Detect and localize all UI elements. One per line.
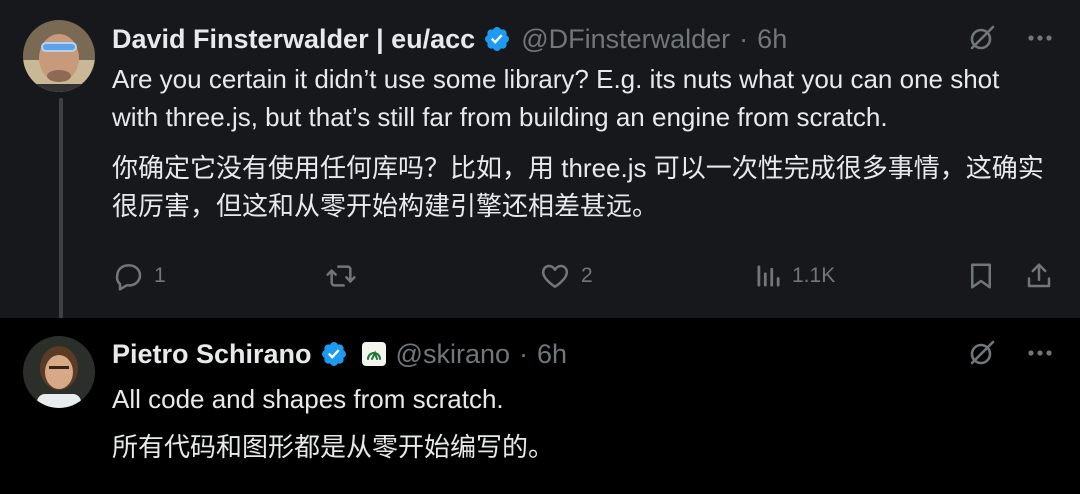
timestamp[interactable]: 6h xyxy=(537,339,567,370)
author-name[interactable]: Pietro Schirano xyxy=(112,339,312,370)
tweet-header: David Finsterwalder | eu/acc @DFinsterwa… xyxy=(112,19,787,59)
author-handle[interactable]: @DFinsterwalder xyxy=(521,24,730,55)
more-icon[interactable] xyxy=(1024,22,1056,54)
author-name[interactable]: David Finsterwalder | eu/acc xyxy=(112,24,475,55)
retweet-button[interactable] xyxy=(324,254,368,298)
like-count: 2 xyxy=(581,264,593,287)
avatar[interactable] xyxy=(23,20,95,92)
avatar[interactable] xyxy=(23,336,95,408)
tweet-text-en: All code and shapes from scratch. xyxy=(112,384,504,414)
grok-icon[interactable] xyxy=(966,337,998,369)
separator-dot: · xyxy=(739,23,749,54)
affiliate-badge-icon[interactable] xyxy=(361,342,386,366)
tweet-top-actions xyxy=(966,22,1056,54)
bookmark-button[interactable] xyxy=(966,254,996,298)
author-handle[interactable]: @skirano xyxy=(396,339,510,370)
views-count: 1.1K xyxy=(792,264,836,287)
tweet-text-zh: 所有代码和图形都是从零开始编写的。 xyxy=(112,432,555,462)
reply-icon xyxy=(112,260,144,292)
thread-connector-line xyxy=(59,98,63,328)
tweet-text-zh: 你确定它没有使用任何库吗？比如，用 three.js 可以一次性完成很多事情，这… xyxy=(112,153,1044,221)
views-button[interactable]: 1.1K xyxy=(754,254,835,298)
separator-dot: · xyxy=(519,338,528,369)
more-icon[interactable] xyxy=(1024,337,1056,369)
timestamp[interactable]: 6h xyxy=(757,24,787,55)
reply-count: 1 xyxy=(154,264,166,287)
tweet-top-actions xyxy=(966,337,1056,369)
like-icon xyxy=(539,260,571,292)
grok-icon[interactable] xyxy=(966,22,998,54)
views-icon xyxy=(754,262,782,290)
share-icon xyxy=(1024,260,1054,292)
verified-badge-icon xyxy=(483,25,511,53)
tweet-header: Pietro Schirano @skirano · 6h xyxy=(112,334,567,374)
tweet-action-bar: 1 2 1.1K xyxy=(112,254,1058,298)
retweet-icon xyxy=(324,260,358,292)
share-button[interactable] xyxy=(1024,254,1054,298)
like-button[interactable]: 2 xyxy=(539,254,593,298)
reply-button[interactable]: 1 xyxy=(112,254,166,298)
bookmark-icon xyxy=(966,260,996,292)
tweet-1[interactable]: David Finsterwalder | eu/acc @DFinsterwa… xyxy=(0,0,1080,328)
tweet-text-en: Are you certain it didn’t use some libra… xyxy=(112,64,1000,132)
verified-badge-icon xyxy=(320,340,348,368)
